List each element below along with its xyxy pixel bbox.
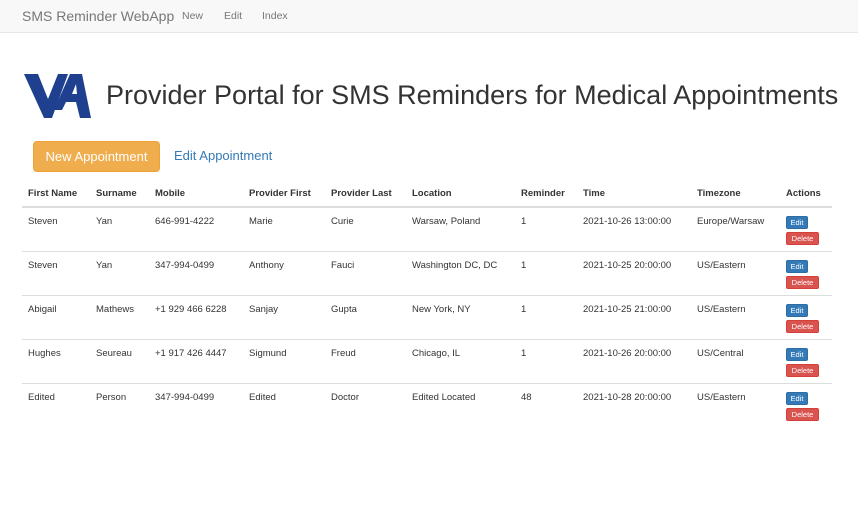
column-header: Provider First xyxy=(243,181,325,208)
delete-button[interactable]: Delete xyxy=(786,363,819,377)
table-row: Steven Yan 347-994-0499 Anthony Fauci Wa… xyxy=(22,250,832,295)
cell-time: 2021-10-26 13:00:00 xyxy=(577,206,691,251)
cell-time: 2021-10-25 20:00:00 xyxy=(577,250,691,295)
table-row: Edited Person 347-994-0499 Edited Doctor… xyxy=(22,382,832,427)
cell-location: Washington DC, DC xyxy=(406,250,515,295)
cell-reminder: 1 xyxy=(515,206,577,251)
column-header: Provider Last xyxy=(325,181,406,208)
cell-surname: Mathews xyxy=(90,294,149,339)
new-appointment-button[interactable]: New Appointment xyxy=(33,141,160,172)
cell-actions: Edit Delete xyxy=(780,250,832,295)
column-header: Time xyxy=(577,181,691,208)
cell-time: 2021-10-25 21:00:00 xyxy=(577,294,691,339)
cell-actions: Edit Delete xyxy=(780,206,832,251)
column-header: Surname xyxy=(90,181,149,208)
cell-timezone: Europe/Warsaw xyxy=(691,206,780,251)
cell-first-name: Steven xyxy=(22,206,90,251)
edit-button[interactable]: Edit xyxy=(786,391,808,405)
cell-surname: Seureau xyxy=(90,338,149,383)
cell-reminder: 1 xyxy=(515,294,577,339)
cell-location: Chicago, IL xyxy=(406,338,515,383)
cell-reminder: 48 xyxy=(515,382,577,427)
column-header: Location xyxy=(406,181,515,208)
column-header: Timezone xyxy=(691,181,780,208)
cell-location: Warsaw, Poland xyxy=(406,206,515,251)
cell-surname: Person xyxy=(90,382,149,427)
navbar-brand[interactable]: SMS Reminder WebApp xyxy=(22,8,174,24)
delete-button[interactable]: Delete xyxy=(786,232,819,245)
cell-provider-last: Gupta xyxy=(325,294,406,339)
nav-link-new[interactable]: New xyxy=(182,10,203,22)
cell-provider-first: Anthony xyxy=(243,250,325,295)
cell-actions: Edit Delete xyxy=(780,382,832,427)
cell-provider-last: Curie xyxy=(325,206,406,251)
cell-mobile: +1 929 466 6228 xyxy=(149,294,243,339)
page-title: Provider Portal for SMS Reminders for Me… xyxy=(106,80,839,110)
cell-time: 2021-10-26 20:00:00 xyxy=(577,338,691,383)
edit-appointment-link[interactable]: Edit Appointment xyxy=(174,148,272,163)
cell-first-name: Abigail xyxy=(22,294,90,339)
appointments-table: First Name Surname Mobile Provider First… xyxy=(22,181,832,427)
cell-provider-first: Marie xyxy=(243,206,325,251)
cell-mobile: 347-994-0499 xyxy=(149,250,243,295)
table-header-row: First Name Surname Mobile Provider First… xyxy=(22,181,832,208)
cell-provider-last: Doctor xyxy=(325,382,406,427)
cell-location: New York, NY xyxy=(406,294,515,339)
cell-timezone: US/Eastern xyxy=(691,382,780,427)
cell-timezone: US/Central xyxy=(691,338,780,383)
cell-time: 2021-10-28 20:00:00 xyxy=(577,382,691,427)
cell-reminder: 1 xyxy=(515,250,577,295)
column-header: Mobile xyxy=(149,181,243,208)
table-row: Steven Yan 646-991-4222 Marie Curie Wars… xyxy=(22,206,832,251)
column-header: First Name xyxy=(22,181,90,208)
cell-provider-last: Fauci xyxy=(325,250,406,295)
cell-provider-last: Freud xyxy=(325,338,406,383)
cell-mobile: +1 917 426 4447 xyxy=(149,338,243,383)
nav-link-edit[interactable]: Edit xyxy=(224,10,242,22)
cell-provider-first: Sigmund xyxy=(243,338,325,383)
edit-button[interactable]: Edit xyxy=(786,216,808,229)
delete-button[interactable]: Delete xyxy=(786,275,819,289)
cell-mobile: 347-994-0499 xyxy=(149,382,243,427)
cell-location: Edited Located xyxy=(406,382,515,427)
edit-button[interactable]: Edit xyxy=(786,259,808,273)
cell-actions: Edit Delete xyxy=(780,338,832,383)
nav-link-index[interactable]: Index xyxy=(262,10,288,22)
delete-button[interactable]: Delete xyxy=(786,407,819,421)
cell-surname: Yan xyxy=(90,206,149,251)
cell-first-name: Hughes xyxy=(22,338,90,383)
cell-surname: Yan xyxy=(90,250,149,295)
table-row: Abigail Mathews +1 929 466 6228 Sanjay G… xyxy=(22,294,832,339)
cell-timezone: US/Eastern xyxy=(691,294,780,339)
edit-button[interactable]: Edit xyxy=(786,303,808,317)
edit-button[interactable]: Edit xyxy=(786,347,808,361)
cell-mobile: 646-991-4222 xyxy=(149,206,243,251)
cell-reminder: 1 xyxy=(515,338,577,383)
navbar: SMS Reminder WebApp New Edit Index xyxy=(0,0,858,33)
column-header: Actions xyxy=(780,181,832,208)
va-logo-icon xyxy=(24,74,91,118)
cell-actions: Edit Delete xyxy=(780,294,832,339)
cell-timezone: US/Eastern xyxy=(691,250,780,295)
table-row: Hughes Seureau +1 917 426 4447 Sigmund F… xyxy=(22,338,832,383)
cell-first-name: Edited xyxy=(22,382,90,427)
cell-provider-first: Sanjay xyxy=(243,294,325,339)
delete-button[interactable]: Delete xyxy=(786,319,819,333)
cell-provider-first: Edited xyxy=(243,382,325,427)
column-header: Reminder xyxy=(515,181,577,208)
cell-first-name: Steven xyxy=(22,250,90,295)
